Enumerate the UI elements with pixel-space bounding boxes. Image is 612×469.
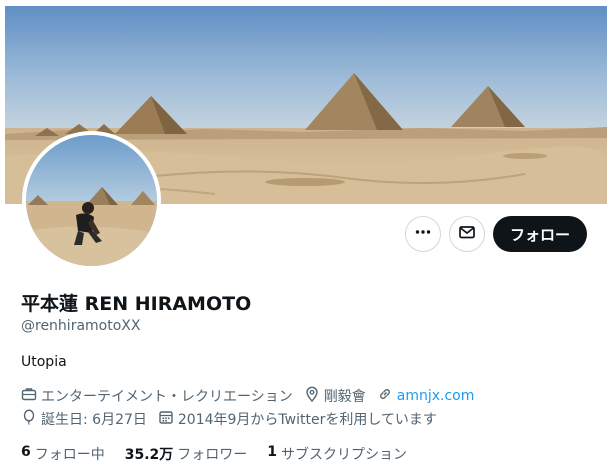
followers-count: 35.2万 xyxy=(124,447,174,463)
meta-birthday: 誕生日: 6月27日 xyxy=(21,409,147,429)
subscriptions-stat[interactable]: 1 サブスクリプション xyxy=(267,444,407,464)
meta-category: エンターテイメント・レクリエーション xyxy=(21,386,293,406)
category-text: エンターテイメント・レクリエーション xyxy=(41,389,293,405)
message-button[interactable] xyxy=(449,216,485,252)
followers-stat[interactable]: 35.2万 フォロワー xyxy=(125,444,248,464)
meta-website[interactable]: amnjx.com xyxy=(377,386,475,406)
website-link[interactable]: amnjx.com xyxy=(397,388,475,404)
subscriptions-label: サブスクリプション xyxy=(281,447,408,463)
meta-location: 剛毅會 xyxy=(304,386,366,406)
profile-avatar[interactable] xyxy=(22,131,161,270)
following-label: フォロー中 xyxy=(34,447,105,463)
user-handle: @renhiramotoXX xyxy=(21,318,141,334)
profile-stats: 6 フォロー中 35.2万 フォロワー 1 サブスクリプション xyxy=(21,444,427,464)
followers-label: フォロワー xyxy=(177,447,248,463)
meta-joined: 2014年9月からTwitterを利用しています xyxy=(158,409,437,429)
envelope-icon xyxy=(458,223,476,245)
display-name: 平本蓮 REN HIRAMOTO xyxy=(21,293,252,315)
calendar-icon xyxy=(158,409,178,429)
location-pin-icon xyxy=(304,386,324,406)
birthday-text: 誕生日: 6月27日 xyxy=(41,412,147,428)
joined-text: 2014年9月からTwitterを利用しています xyxy=(177,412,437,428)
following-count: 6 xyxy=(21,444,31,460)
more-button[interactable] xyxy=(405,216,441,252)
location-text: 剛毅會 xyxy=(323,389,366,405)
link-icon xyxy=(377,386,397,406)
following-stat[interactable]: 6 フォロー中 xyxy=(21,444,105,464)
profile-meta-row: エンターテイメント・レクリエーション 剛毅會 amnjx.com xyxy=(21,386,485,406)
profile-meta-row-2: 誕生日: 6月27日 2014年9月からTwitterを利用しています xyxy=(21,409,448,429)
profile-bio: Utopia xyxy=(21,354,67,370)
more-horizontal-icon xyxy=(414,223,432,245)
subscriptions-count: 1 xyxy=(267,444,278,460)
balloon-icon xyxy=(21,409,41,429)
follow-button[interactable]: フォロー xyxy=(493,216,587,252)
briefcase-icon xyxy=(21,386,41,406)
